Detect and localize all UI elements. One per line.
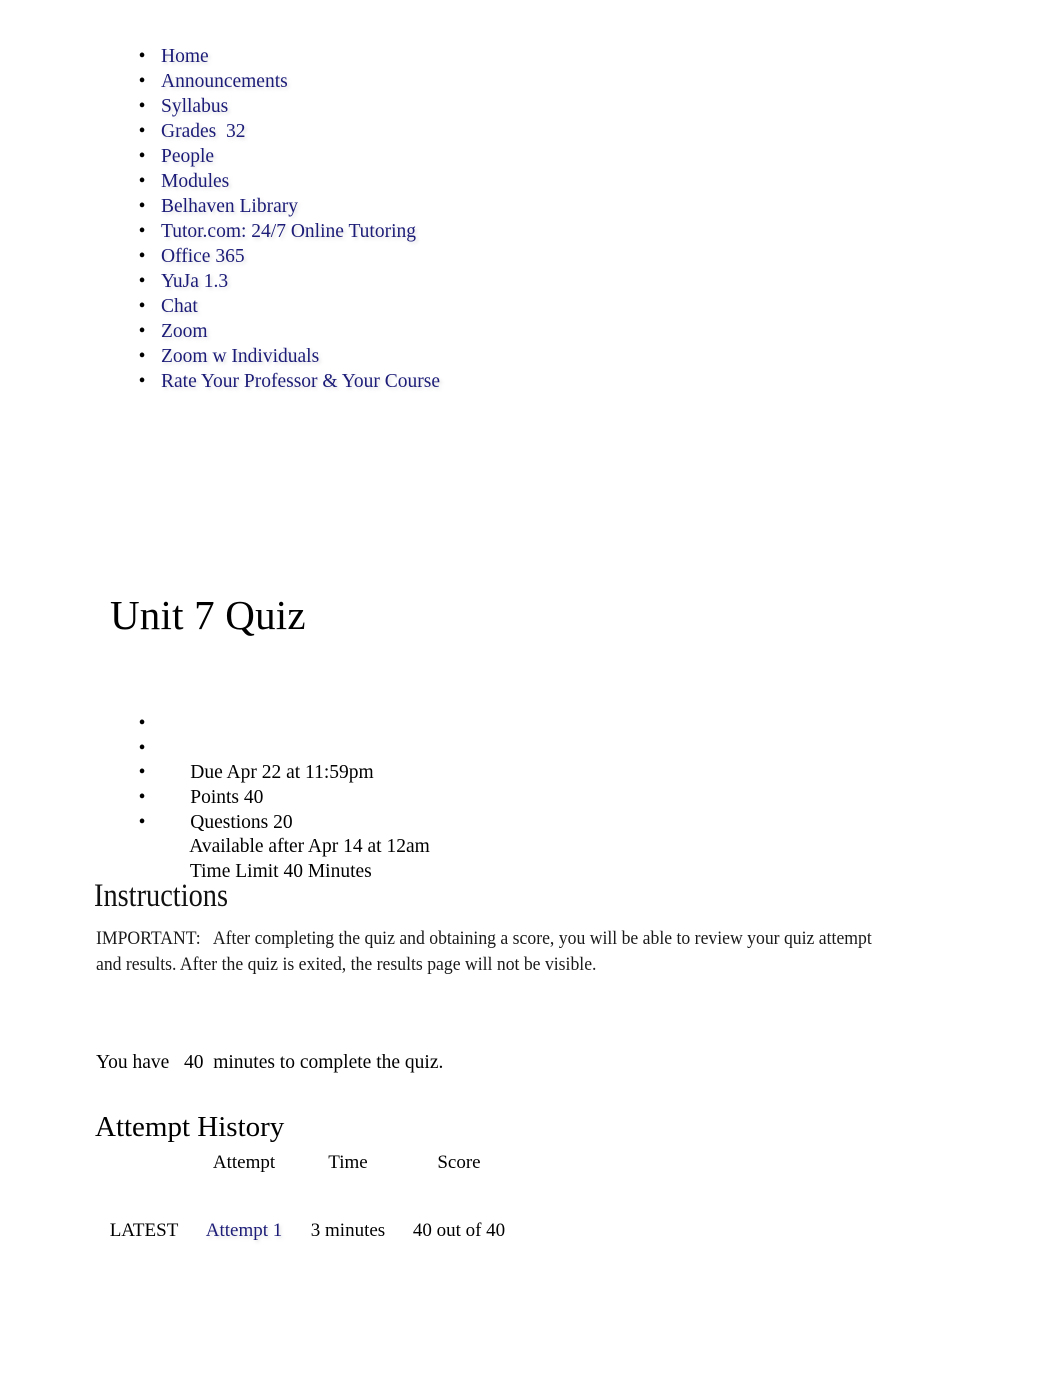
column-header-score: Score <box>437 1152 481 1173</box>
list-bullet-icon: • <box>138 196 146 217</box>
time-limit-note: You have 40 minutes to complete the quiz… <box>96 1052 444 1073</box>
nav-link-office-365[interactable]: Office 365 <box>161 246 245 267</box>
table-header-row: Attempt Time Score <box>96 1150 518 1216</box>
list-bullet-icon: • <box>138 46 146 67</box>
quiz-detail-due-date: • Due Apr 22 at 11:59pm <box>96 712 796 783</box>
nav-link-tutor-com[interactable]: Tutor.com: 24/7 Online Tutoring <box>161 221 416 242</box>
nav-item-announcements[interactable]: • Announcements <box>96 69 796 94</box>
list-bullet-icon: • <box>138 787 146 809</box>
list-bullet-icon: • <box>138 171 146 192</box>
list-bullet-icon: • <box>138 146 146 167</box>
quiz-detail-time-limit: • Time Limit 40 Minutes <box>96 811 796 882</box>
quiz-detail-questions: • Questions 20 <box>96 761 796 832</box>
nav-link-announcements[interactable]: Announcements <box>161 71 288 92</box>
attempt-number-cell[interactable]: Attempt 1 <box>192 1216 296 1246</box>
attempt-history-heading: Attempt History <box>95 1111 285 1143</box>
list-bullet-icon: • <box>138 762 146 784</box>
list-bullet-icon: • <box>138 121 146 142</box>
nav-item-rate-your-professor[interactable]: • Rate Your Professor & Your Course <box>96 369 796 394</box>
quiz-detail-available-after: • Available after Apr 14 at 12am <box>96 786 796 857</box>
quiz-detail-points: • Points 40 <box>96 737 796 808</box>
page-title: Unit 7 Quiz <box>110 592 306 638</box>
list-bullet-icon: • <box>138 71 146 92</box>
nav-link-grades[interactable]: Grades 32 <box>161 121 245 142</box>
nav-link-home[interactable]: Home <box>161 46 209 67</box>
attempt-score-cell: 40 out of 40 <box>412 1220 506 1241</box>
list-bullet-icon: • <box>138 371 146 392</box>
nav-link-zoom[interactable]: Zoom <box>161 321 208 342</box>
instructions-body: IMPORTANT: After completing the quiz and… <box>96 929 877 975</box>
list-bullet-icon: • <box>138 346 146 367</box>
nav-item-tutor-com[interactable]: • Tutor.com: 24/7 Online Tutoring <box>96 219 796 244</box>
attempt-1-link[interactable]: Attempt 1 <box>206 1220 283 1241</box>
attempt-history-table: Attempt Time Score LATEST Attempt 1 3 mi… <box>96 1150 518 1246</box>
nav-item-belhaven-library[interactable]: • Belhaven Library <box>96 194 796 219</box>
nav-item-zoom-w-individuals[interactable]: • Zoom w Individuals <box>96 344 796 369</box>
quiz-details-list: • Due Apr 22 at 11:59pm • Points 40 • Qu… <box>96 712 796 882</box>
nav-link-belhaven-library[interactable]: Belhaven Library <box>161 196 298 217</box>
column-header-attempt: Attempt <box>212 1152 276 1173</box>
list-bullet-icon: • <box>138 811 146 833</box>
list-bullet-icon: • <box>138 246 146 267</box>
list-bullet-icon: • <box>138 321 146 342</box>
quiz-detail-text: Available after Apr 14 at 12am <box>189 836 430 858</box>
attempt-time-cell: 3 minutes <box>310 1220 386 1241</box>
nav-item-office-365[interactable]: • Office 365 <box>96 244 796 269</box>
nav-link-yuja[interactable]: YuJa 1.3 <box>161 271 228 292</box>
nav-item-home[interactable]: • Home <box>96 44 796 69</box>
nav-link-modules[interactable]: Modules <box>161 171 229 192</box>
nav-item-zoom[interactable]: • Zoom <box>96 319 796 344</box>
table-row: LATEST Attempt 1 3 minutes 40 out of 40 <box>96 1216 518 1246</box>
instructions-heading: Instructions <box>94 878 229 914</box>
list-bullet-icon: • <box>138 271 146 292</box>
nav-link-syllabus[interactable]: Syllabus <box>161 96 228 117</box>
nav-link-rate-your-professor[interactable]: Rate Your Professor & Your Course <box>161 371 440 392</box>
nav-item-grades[interactable]: • Grades 32 <box>96 119 796 144</box>
nav-item-modules[interactable]: • Modules <box>96 169 796 194</box>
course-navigation-list: • Home • Announcements • Syllabus • Grad… <box>96 44 796 394</box>
nav-link-chat[interactable]: Chat <box>161 296 198 317</box>
quiz-document-page: • Home • Announcements • Syllabus • Grad… <box>0 0 1062 1376</box>
column-header-time: Time <box>328 1152 368 1173</box>
list-bullet-icon: • <box>138 737 146 759</box>
column-header-kept <box>96 1150 192 1216</box>
attempt-kept-badge: LATEST <box>96 1216 192 1246</box>
list-bullet-icon: • <box>138 296 146 317</box>
nav-item-yuja[interactable]: • YuJa 1.3 <box>96 269 796 294</box>
nav-item-syllabus[interactable]: • Syllabus <box>96 94 796 119</box>
nav-link-people[interactable]: People <box>161 146 214 167</box>
latest-label: LATEST <box>109 1220 179 1241</box>
nav-item-chat[interactable]: • Chat <box>96 294 796 319</box>
list-bullet-icon: • <box>138 713 146 734</box>
list-bullet-icon: • <box>138 221 146 242</box>
list-bullet-icon: • <box>138 96 146 117</box>
nav-item-people[interactable]: • People <box>96 144 796 169</box>
nav-link-zoom-w-individuals[interactable]: Zoom w Individuals <box>161 346 319 367</box>
